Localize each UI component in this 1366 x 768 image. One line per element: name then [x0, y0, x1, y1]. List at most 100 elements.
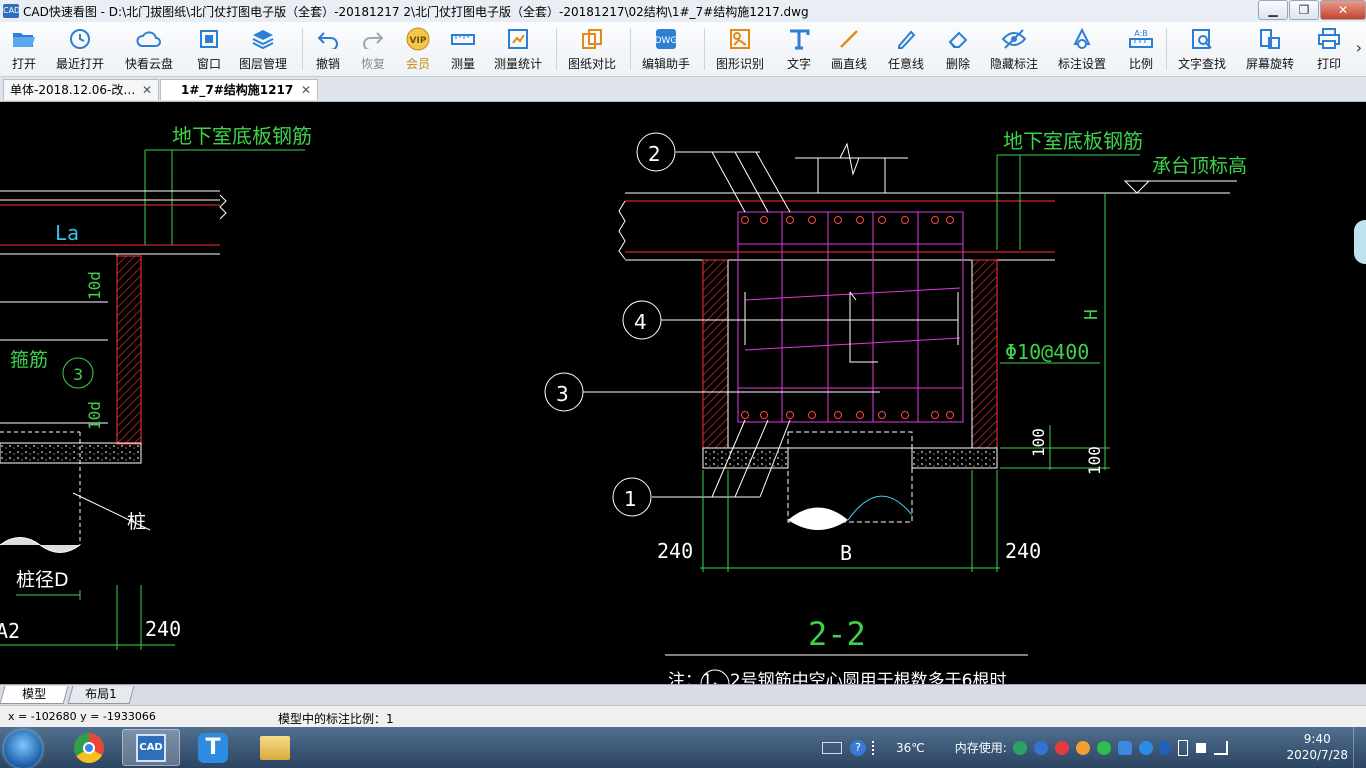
edit-assistant-icon: DWG — [652, 25, 680, 53]
toolbar-divider — [704, 28, 705, 70]
vip-icon: VIP — [404, 25, 432, 53]
toolbar-more-button[interactable]: › — [1356, 38, 1362, 57]
rotate-screen-button[interactable]: 屏幕旋转 — [1246, 25, 1294, 72]
dim-100-upper: 100 — [1029, 428, 1048, 457]
rotate-screen-icon — [1256, 25, 1284, 53]
measure-stats-button[interactable]: 测量统计 — [494, 25, 542, 72]
clock-date: 2020/7/28 — [1286, 748, 1348, 762]
tab-layout1[interactable]: 布局1 — [67, 686, 135, 704]
measure-stats-icon — [504, 25, 532, 53]
taskbar-chrome[interactable] — [60, 729, 118, 766]
redo-icon — [359, 25, 387, 53]
dim-100-lower: 100 — [1085, 446, 1104, 475]
redo-label: 恢复 — [360, 57, 385, 71]
vip-button[interactable]: VIP 会员 — [404, 25, 432, 72]
tray-g-icon[interactable] — [1138, 740, 1153, 755]
shape-recognize-button[interactable]: 图形识别 — [716, 25, 764, 72]
circle-1-label: 1 — [624, 487, 637, 511]
freehand-label: 任意线 — [888, 57, 925, 71]
tray-app-icon[interactable] — [1012, 740, 1027, 755]
hide-annotation-icon — [1000, 25, 1028, 53]
edit-assistant-button[interactable]: DWG 编辑助手 — [642, 25, 690, 72]
toolbar-divider — [1166, 28, 1167, 70]
hide-annotation-button[interactable]: 隐藏标注 — [990, 25, 1038, 72]
open-label: 打开 — [11, 57, 36, 71]
tab-close-button[interactable]: ✕ — [301, 80, 311, 101]
compare-button[interactable]: 图纸对比 — [568, 25, 616, 72]
tab-document-2[interactable]: 1#_7#结构施1217 ✕ — [160, 79, 318, 100]
layers-icon — [249, 25, 277, 53]
left-stirrup-label: 箍筋 — [10, 349, 48, 371]
close-button[interactable]: ✕ — [1320, 0, 1366, 20]
weibo-icon[interactable] — [1054, 740, 1069, 755]
undo-button[interactable]: 撤销 — [314, 25, 342, 72]
rotate-screen-label: 屏幕旋转 — [1246, 57, 1295, 71]
cad-viewer-icon: CAD — [136, 733, 166, 762]
left-circle-3: 3 — [73, 365, 83, 384]
maximize-button[interactable]: ❐ — [1289, 0, 1319, 20]
cad-drawing: 地下室底板钢筋 La 10d 箍筋 3 10d 桩 桩径D A2 240 2 4… — [0, 124, 1247, 684]
line-button[interactable]: 画直线 — [831, 25, 867, 72]
window-button[interactable]: 窗口 — [195, 25, 223, 72]
text-search-button[interactable]: 文字查找 — [1178, 25, 1226, 72]
left-a2-label: A2 — [0, 619, 20, 643]
undo-label: 撤销 — [315, 57, 340, 71]
vip-label: 会员 — [405, 57, 430, 71]
show-desktop-button[interactable] — [1353, 727, 1366, 768]
taskbar-text-app[interactable]: T — [184, 729, 242, 766]
settings-icon[interactable] — [1033, 740, 1048, 755]
delete-button[interactable]: 删除 — [944, 25, 972, 72]
text-search-label: 文字查找 — [1178, 57, 1227, 71]
taskbar-explorer[interactable] — [246, 729, 304, 766]
measure-button[interactable]: 测量 — [449, 25, 477, 72]
history-icon — [66, 25, 94, 53]
battery-icon[interactable] — [1177, 739, 1188, 756]
bluetooth-icon[interactable] — [1159, 740, 1170, 755]
cloud-icon — [135, 25, 163, 53]
circle-3-label: 3 — [556, 382, 569, 406]
network-icon[interactable] — [1213, 740, 1228, 755]
side-handle[interactable] — [1354, 220, 1366, 264]
keyboard-icon[interactable] — [822, 741, 842, 754]
annotation-settings-icon — [1068, 25, 1096, 53]
tab-close-button[interactable]: ✕ — [142, 80, 152, 101]
scale-button[interactable]: A:B 比例 — [1127, 25, 1155, 72]
tray-people-icon[interactable] — [1075, 740, 1090, 755]
cap-elevation-label: 承台顶标高 — [1152, 155, 1247, 177]
layers-button[interactable]: 图层管理 — [239, 25, 287, 72]
volume-icon[interactable] — [1195, 742, 1206, 753]
drawing-canvas[interactable]: 地下室底板钢筋 La 10d 箍筋 3 10d 桩 桩径D A2 240 2 4… — [0, 102, 1366, 684]
text-app-icon: T — [198, 732, 228, 763]
freehand-button[interactable]: 任意线 — [888, 25, 924, 72]
wechat-icon[interactable] — [1096, 740, 1111, 755]
svg-text:DWG: DWG — [655, 36, 678, 46]
taskbar-cad-viewer[interactable]: CAD — [122, 729, 180, 766]
tab-document-1[interactable]: 单体-2018.12.06-改… ✕ — [3, 79, 159, 100]
cloud-button[interactable]: 快看云盘 — [125, 25, 173, 72]
left-10d-bottom: 10d — [85, 401, 104, 430]
tab-label: 1#_7#结构施1217 — [181, 83, 294, 97]
window-title: CAD快速看图 - D:\北门拔图纸\北门仗打图电子版（全套）-20181217… — [23, 4, 809, 19]
explorer-icon — [260, 735, 290, 760]
clock-time: 9:40 — [1303, 732, 1331, 746]
line-icon — [835, 25, 863, 53]
coordinate-readout: x = -102680 y = -1933066 — [8, 710, 156, 723]
tray-blue-icon[interactable] — [1117, 740, 1132, 755]
print-button[interactable]: 打印 — [1315, 25, 1343, 72]
text-button[interactable]: 文字 — [785, 25, 813, 72]
eraser-icon — [944, 25, 972, 53]
minimize-button[interactable]: ▁ — [1258, 0, 1288, 20]
help-icon[interactable]: ? — [850, 739, 866, 756]
layers-label: 图层管理 — [239, 57, 288, 71]
redo-button[interactable]: 恢复 — [359, 25, 387, 72]
open-button[interactable]: 打开 — [10, 25, 38, 72]
annotation-settings-button[interactable]: 标注设置 — [1058, 25, 1106, 72]
print-label: 打印 — [1316, 57, 1341, 71]
compare-label: 图纸对比 — [568, 57, 617, 71]
section-2-2-detail — [544, 132, 1237, 684]
layout-tabs: 模型 布局1 — [0, 684, 1366, 705]
recent-button[interactable]: 最近打开 — [56, 25, 104, 72]
system-clock[interactable]: 9:40 2020/7/28 — [1286, 731, 1348, 763]
tab-model[interactable]: 模型 — [0, 686, 69, 704]
start-button[interactable] — [4, 730, 42, 768]
